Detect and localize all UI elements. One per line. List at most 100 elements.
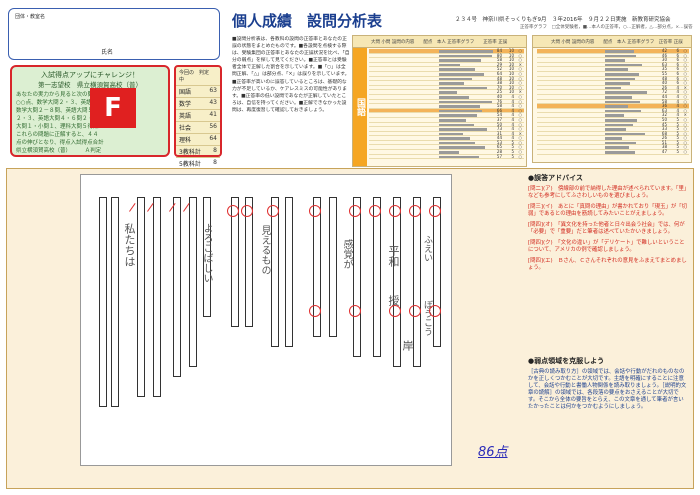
correct-rate-bar [439,118,466,122]
correct-mark [267,205,279,217]
answer-column [433,197,441,347]
correct-rate-bar [605,86,621,90]
correct-mark [309,205,321,217]
correct-rate-bar [605,50,634,53]
correct-rate-bar [605,141,637,145]
correct-rate-bar [439,95,469,99]
correct-rate-bar [439,63,460,67]
exam-info: ２３４号 神奈川県そっくりもぎ9月 ３年2016年 ９月２２日実施 新教育研究協… [455,17,671,23]
correct-rate: 47 [661,149,667,155]
correct-rate-bar [605,123,634,127]
scanned-answer-sheet: 私たちは よろこばしい 見えるもの 感覚が 平和 授 岸 ふえい ぼうこう [80,174,452,466]
subject-row: 理科 64 [176,133,220,145]
analysis-table-continued: 大問 小問 設問の内容 配点 本人 正答率グラフ 正答率 正誤 42 6 ○ 46 6 ○… [532,35,692,163]
handwritten-answer: 感覚が [341,239,352,269]
result-mark: ○ [683,149,688,155]
handwritten-answer: 見えるもの [259,225,270,275]
correct-rate-bar [439,77,472,81]
answer-column [137,197,145,397]
analysis-table-japanese: 大問 小問 設問の内容 配点 本人 正答率グラフ 正答率 正誤 国語 84 10 ○… [352,35,527,167]
error-advice: ●誤答アドバイス [問二](ア) 傍線部の前で納得した理由が述べられています。「… [528,173,688,276]
correct-rate-bar [439,109,483,113]
correct-rate-bar [439,151,460,154]
correct-rate-bar [605,109,642,113]
advice-item: [問三](イ) あとに「真問の理由」が書かれており「現玉」が「切弱」であるとの理… [528,204,688,217]
correct-rate-bar [439,86,487,90]
table-row: 57 5 ○ [369,153,524,160]
subject-row: 社会 56 [176,121,220,133]
correct-rate-bar [439,137,471,140]
correct-rate-bar [605,128,626,131]
correct-mark [241,205,253,217]
handwritten-answer: よろこばしい [201,223,212,283]
answer-column [285,197,293,347]
correct-rate-bar [439,100,492,104]
advice-heading: ●誤答アドバイス [528,174,583,182]
handwritten-answer: ふえい [422,235,432,262]
correct-rate-bar [439,82,465,85]
correct-rate-bar [439,141,475,145]
grade-badge: F [90,88,136,128]
correct-rate-bar [605,72,640,76]
challenge-line: 点の伸びとなり、得点入試得点合計 [16,140,104,146]
answer-column [271,197,279,347]
subject-row: 数学 43 [176,97,220,109]
challenge-line: 県立横須賀高校（普） Ａ判定 [16,148,102,154]
correct-rate-bar [439,50,493,53]
weak-heading: ●弱点領域を克服しよう [528,357,605,365]
correct-rate-bar [605,63,643,67]
correct-mark [389,205,401,217]
correct-rate-bar [605,146,629,150]
student-info-box: 団体・教室名 氏名 [8,8,220,60]
correct-rate-bar [605,68,629,71]
subject-deviation-box: 今回の 判定 中 国語 63 数学 43 英語 41 社会 56 理科 64 3教科計 8 … [174,65,222,168]
correct-rate-bar [439,105,480,108]
correct-rate-bar [439,146,485,150]
correct-rate-bar [605,132,645,136]
subject-name: 国語 [179,89,192,96]
correct-rate-bar [439,54,492,58]
correct-rate-bar [605,91,647,94]
answer-column [189,197,197,367]
handwritten-answer: 平和 [387,245,400,267]
subject-value: 63 [209,87,217,94]
correct-mark [429,205,441,217]
table-subject-label: 国語 [353,48,367,166]
explanation-text: ■設問分析表は、各教科の設問の正答率とあなたの正誤の状態をまとめたものです。■各… [232,37,350,113]
handwritten-answer: 私たちは [123,223,136,267]
table-row: 47 5 ○ [537,149,689,155]
advice-item: [問四](エ) Ｂさん、Ｃさんそれぞれの意見をふまえてまとめましょう。 [528,258,687,271]
correct-rate: 57 [496,153,502,159]
correct-rate-bar [605,114,624,117]
table-header: 大問 小問 設問の内容 配点 本人 正答率グラフ 正答率 正誤 [533,36,691,48]
correct-rate-bar [439,91,457,94]
correct-mark [349,205,361,217]
subject-name: 3教科計 [179,149,201,156]
advice-item: [問二](ア) 傍線部の前で納得した理由が述べられています。「里」なども参考にし… [528,186,687,199]
correct-rate-bar [605,95,633,99]
subject-value: 41 [209,111,217,118]
correct-mark [389,305,401,317]
subject-name: 英語 [179,113,192,120]
advice-item: [問四](ク) 「文化の違い」が「デリケート」で難しいということについて、アメリ… [528,240,685,253]
table-rows: 84 10 ○ 80 10 ○ 58 10 ○ 29 10 × 52 10 ○ 64 10 ○ 48 10 ○ 38 10 ○… [369,48,524,160]
correct-rate-bar [439,68,475,71]
correct-rate-bar [605,105,628,108]
correct-rate-bar [605,100,641,104]
correct-rate-bar [439,132,463,136]
weak-text: ［古典の読み取り方］の領域では、会話や行動がだれのものなのかを正しくつかむことが… [528,369,687,410]
points: 5 [511,153,514,159]
correct-mark [309,305,321,317]
subject-value: 8 [213,147,217,154]
correct-rate-bar [439,128,487,131]
correct-mark [369,205,381,217]
advice-item: [問四](オ) 「異文化を持った他者と日々出会う社会」では、何が「必要」で「重要… [528,222,685,235]
page-title: 個人成績 設問分析表 [232,12,383,30]
subject-row: 英語 41 [176,109,220,121]
school-label: 団体・教室名 [15,14,46,20]
correct-rate-bar [605,54,637,58]
answer-column [173,197,181,377]
subject-row: 3教科計 8 [176,145,220,157]
subject-name: 5教科計 [179,161,201,168]
correct-rate-bar [439,59,481,62]
